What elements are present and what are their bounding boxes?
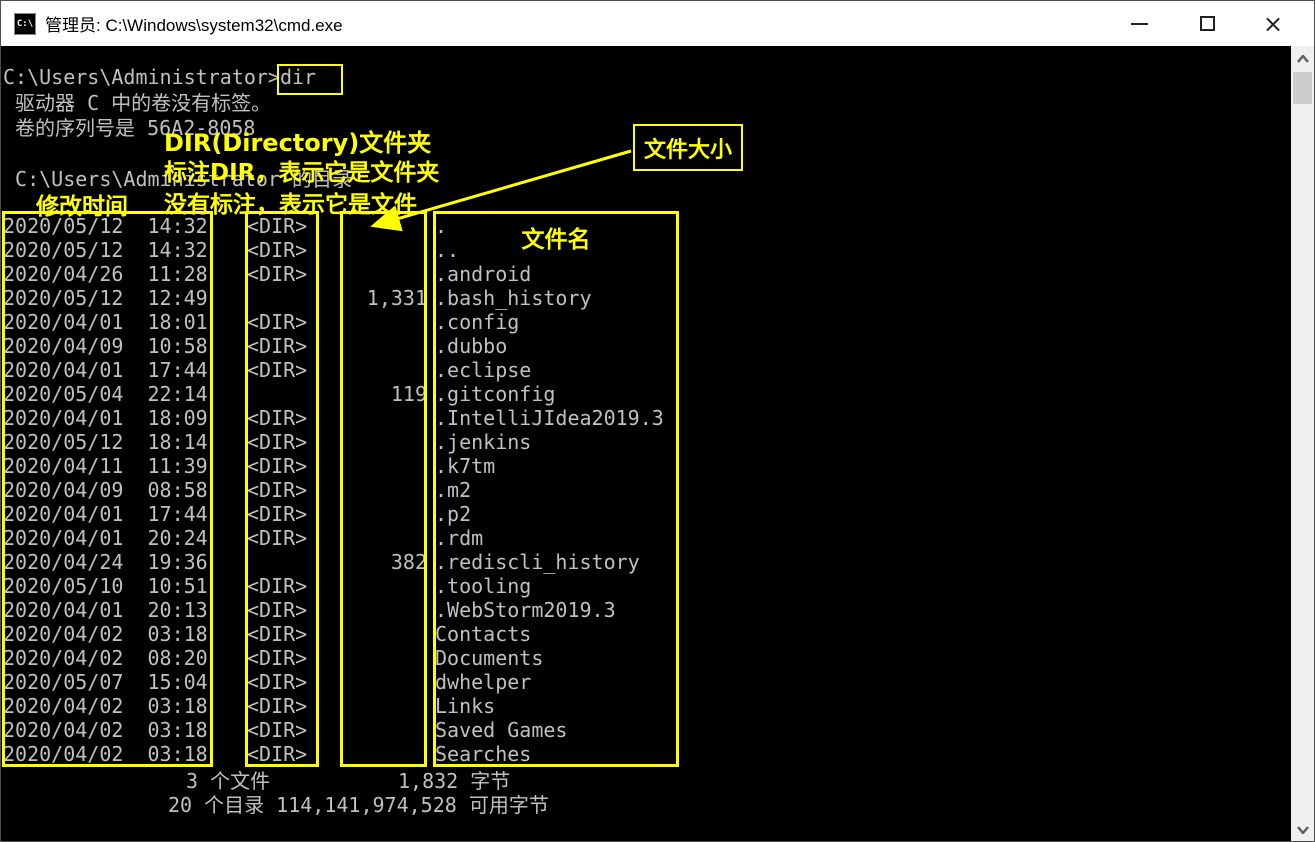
title-bar: C:\ 管理员: C:\Windows\system32\cmd.exe × — [1, 1, 1314, 46]
maximize-button[interactable] — [1176, 1, 1238, 46]
minimize-icon — [1131, 23, 1148, 25]
terminal-output: C:\Users\Administrator>dir 驱动器 C 中的卷没有标签… — [1, 46, 1293, 842]
maximize-icon — [1200, 16, 1215, 31]
file-size-label: 文件大小 — [644, 132, 732, 164]
minimize-button[interactable] — [1108, 1, 1170, 46]
file-size-column-box — [340, 211, 427, 767]
chevron-up-icon — [1297, 55, 1309, 63]
window-title: 管理员: C:\Windows\system32\cmd.exe — [45, 11, 343, 36]
files-bytes: 1,832 字节 — [398, 769, 510, 793]
dir-command-highlight-box — [277, 64, 343, 95]
cmd-app-icon: C:\ — [14, 13, 36, 35]
modified-time-label: 修改时间 — [36, 187, 128, 221]
file-name-column-box — [433, 211, 679, 767]
close-button[interactable]: × — [1242, 1, 1304, 46]
files-count: 3 个文件 — [186, 769, 270, 793]
scroll-down-button[interactable] — [1291, 819, 1314, 841]
file-name-label: 文件名 — [433, 220, 679, 254]
cmd-window: C:\ 管理员: C:\Windows\system32\cmd.exe × C… — [0, 0, 1315, 842]
volume-line: 驱动器 C 中的卷没有标签。 — [3, 91, 271, 115]
file-size-callout-box: 文件大小 — [633, 124, 743, 171]
dir-flag-column-box — [245, 211, 319, 767]
chevron-down-icon — [1297, 826, 1309, 834]
dir-note-line2: 标注DIR，表示它是文件夹 — [164, 153, 439, 187]
dir-note-line3: 没有标注，表示它是文件 — [164, 185, 417, 219]
modified-time-column-box — [2, 211, 213, 767]
close-icon: × — [1263, 12, 1283, 36]
prompt-line: C:\Users\Administrator>dir — [3, 65, 316, 89]
vertical-scrollbar[interactable] — [1291, 46, 1314, 842]
scrollbar-thumb[interactable] — [1293, 72, 1312, 104]
dirs-summary: 20 个目录 114,141,974,528 可用字节 — [168, 793, 549, 817]
scroll-up-button[interactable] — [1291, 48, 1314, 70]
